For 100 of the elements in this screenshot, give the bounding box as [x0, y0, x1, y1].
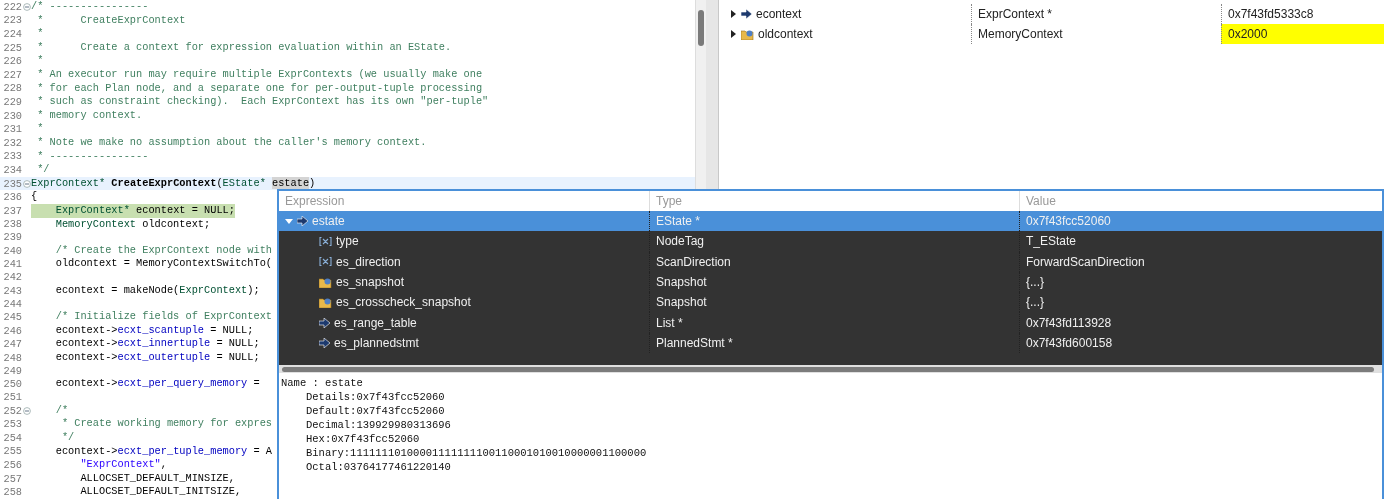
code-line: econtext->ecxt_per_query_memory = [54, 377, 260, 392]
expression-value: 0x7f43fd600158 [1019, 332, 1382, 354]
arrow-icon [319, 337, 330, 348]
expression-name: es_snapshot [336, 275, 405, 290]
code-line: * CreateExprContext [36, 13, 186, 28]
code-line: { [31, 190, 38, 204]
expression-type: List * [649, 312, 1019, 333]
code-line: econtext->ecxt_per_tuple_memory = A [54, 444, 272, 459]
expression-name: es_plannedstmt [334, 335, 419, 350]
horizontal-scrollbar[interactable] [279, 365, 1382, 373]
details-line: Hex:0x7f43fcc52060 [305, 432, 421, 446]
fold-icon[interactable] [22, 179, 31, 188]
details-line: Binary:11111110100001111111100110001010010000001100000 [305, 446, 648, 460]
code-line: /* ---------------- [31, 0, 149, 14]
line-number: 246 [2, 324, 22, 337]
code-line: */ [36, 163, 50, 177]
code-line: * for each Plan node, and a separate one for per-output-tuple processing [36, 81, 483, 96]
code-line: * Note we make no assumption about the caller's memory context. [36, 135, 427, 150]
scrollbar-thumb[interactable] [698, 10, 704, 46]
expression-type: ScanDirection [649, 251, 1019, 272]
expression-name: es_crosscheck_snapshot [336, 295, 471, 310]
details-line: Details:0x7f43fcc52060 [305, 390, 446, 404]
code-line: econtext->ecxt_outertuple = NULL; [54, 351, 260, 365]
line-number: 258 [2, 486, 22, 499]
code-line: /* Initialize fields of ExprContext [54, 310, 272, 324]
fold-icon[interactable] [22, 406, 31, 415]
line-number: 249 [2, 365, 22, 378]
line-number: 225 [2, 41, 22, 54]
code-line: ALLOCSET_DEFAULT_INITSIZE, [79, 485, 242, 499]
bracket-icon [319, 236, 332, 246]
line-number: 237 [2, 204, 22, 217]
code-line: * [36, 54, 44, 68]
line-number: 247 [2, 338, 22, 351]
code-line: econtext->ecxt_scantuple = NULL; [54, 323, 254, 338]
arrow-icon [741, 9, 752, 19]
expression-value: ForwardScanDirection [1019, 251, 1382, 272]
line-number: 224 [2, 28, 22, 40]
line-number: 227 [2, 68, 22, 81]
details-line: Decimal:139929980313696 [305, 418, 452, 432]
folder-icon [741, 28, 754, 40]
variable-name: oldcontext [758, 27, 813, 41]
expression-name: type [336, 234, 359, 249]
line-number: 242 [2, 271, 22, 284]
variable-type: ExprContext * [971, 4, 1221, 24]
details-line: Octal:03764177461220140 [305, 460, 452, 474]
code-line: * such as constraint checking). Each ExprContext has its own "per-tuple" [36, 95, 489, 109]
code-line: */ [60, 431, 75, 445]
line-number: 222 [2, 0, 22, 13]
code-line: econtext->ecxt_innertuple = NULL; [54, 337, 260, 352]
code-line: econtext = makeNode(ExprContext); [54, 283, 260, 298]
folder-icon [319, 276, 332, 288]
variable-value: 0x2000 [1221, 24, 1384, 44]
bracket-icon [319, 257, 332, 267]
expand-arrow-icon[interactable] [729, 30, 737, 38]
line-number: 230 [2, 109, 22, 122]
code-line: /* [54, 403, 69, 418]
scrollbar-thumb[interactable] [282, 366, 1374, 372]
code-line: * Create a context for expression evaluation within an EState. [36, 40, 452, 55]
line-number: 240 [2, 244, 22, 257]
line-number: 234 [2, 163, 22, 176]
code-line: ExprContext* CreateExprContext(EState* estate) [31, 176, 316, 191]
line-number: 257 [2, 472, 22, 485]
fold-icon[interactable] [22, 2, 31, 11]
code-line: * [36, 122, 44, 136]
line-number: 238 [2, 218, 22, 231]
details-line: Default:0x7f43fcc52060 [305, 404, 446, 418]
details-heading: Name : estate [281, 376, 364, 390]
code-line: * memory context. [36, 108, 143, 123]
line-number: 251 [2, 391, 22, 404]
line-number: 235 [2, 177, 22, 190]
expand-arrow-icon[interactable] [729, 10, 737, 18]
expression-name: estate [312, 214, 345, 229]
code-line: * An executor run may require multiple ExprContexts (we usually make one [36, 67, 483, 82]
code-line: * Create working memory for expres [60, 417, 272, 431]
expression-name: es_range_table [334, 315, 417, 330]
collapse-arrow-icon[interactable] [285, 217, 293, 226]
line-number: 229 [2, 95, 22, 108]
line-number: 244 [2, 297, 22, 310]
line-number: 250 [2, 378, 22, 391]
code-line: oldcontext = MemoryContextSwitchTo( [54, 257, 272, 272]
expression-type: PlannedStmt * [649, 332, 1019, 354]
code-line: * [36, 27, 44, 41]
line-number: 243 [2, 284, 22, 297]
code-line: * ---------------- [36, 149, 149, 164]
line-number: 236 [2, 191, 22, 204]
expression-value: 0x7f43fd113928 [1019, 312, 1382, 333]
line-number: 254 [2, 431, 22, 444]
code-line: MemoryContext oldcontext; [54, 217, 211, 232]
line-number: 232 [2, 136, 22, 149]
line-number: 239 [2, 231, 22, 244]
folder-icon [319, 296, 332, 308]
arrow-icon [319, 317, 330, 328]
code-line: ALLOCSET_DEFAULT_MINSIZE, [79, 471, 235, 486]
variable-name: econtext [756, 7, 802, 21]
line-number: 231 [2, 123, 22, 136]
expression-name: es_direction [336, 254, 401, 269]
line-number: 226 [2, 55, 22, 68]
arrow-icon [297, 216, 308, 227]
line-number: 223 [2, 14, 22, 27]
line-number: 248 [2, 351, 22, 364]
